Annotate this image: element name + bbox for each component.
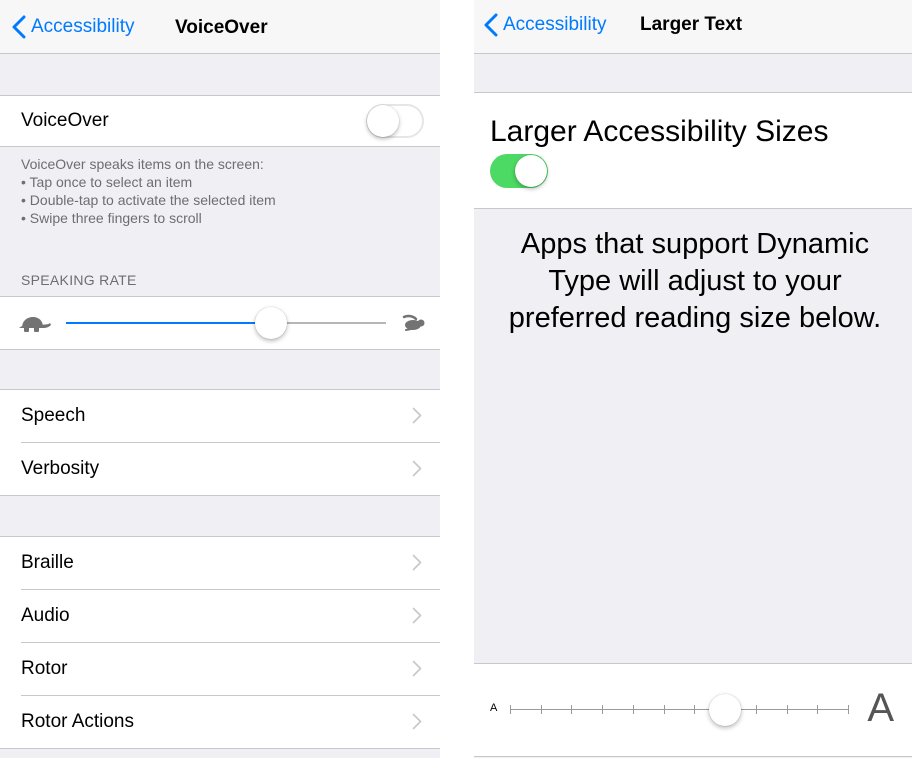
slider-tick bbox=[817, 705, 818, 714]
chevron-left-icon bbox=[12, 15, 26, 38]
voiceover-hint: • Swipe three fingers to scroll bbox=[21, 210, 202, 226]
slider-thumb[interactable] bbox=[255, 307, 287, 339]
slider-tick bbox=[756, 705, 757, 714]
chevron-right-icon bbox=[412, 713, 422, 730]
speaking-rate-header: SPEAKING RATE bbox=[21, 272, 137, 288]
slider-tick bbox=[571, 705, 572, 714]
slider-track-filled bbox=[66, 322, 272, 324]
chevron-left-icon bbox=[484, 13, 498, 36]
navigation-bar: Accessibility VoiceOver bbox=[0, 0, 440, 54]
list-item-audio[interactable]: Audio bbox=[0, 590, 440, 642]
slider-tick bbox=[694, 705, 695, 714]
list-item-braille[interactable]: Braille bbox=[0, 537, 440, 589]
voiceover-toggle-label: VoiceOver bbox=[21, 110, 109, 131]
dynamic-type-description: Apps that support Dynamic Type will adju… bbox=[508, 228, 882, 334]
slider-tick bbox=[787, 705, 788, 714]
voiceover-toggle-row: VoiceOver bbox=[0, 95, 440, 147]
speaking-rate-row bbox=[0, 296, 440, 350]
larger-text-screen: Accessibility Larger Text Larger Accessi… bbox=[474, 0, 912, 758]
text-size-row: A A bbox=[474, 663, 912, 757]
chevron-right-icon bbox=[412, 460, 422, 477]
slider-track bbox=[272, 322, 386, 324]
back-label: Accessibility bbox=[31, 15, 135, 37]
list-item-rotor[interactable]: Rotor bbox=[0, 643, 440, 695]
row-label: Braille bbox=[21, 552, 74, 573]
navigation-bar: Accessibility Larger Text bbox=[474, 0, 912, 54]
back-label: Accessibility bbox=[503, 13, 607, 35]
row-label: Speech bbox=[21, 405, 86, 426]
slider-tick bbox=[510, 705, 511, 714]
list-item-verbosity[interactable]: Verbosity bbox=[0, 443, 440, 495]
row-label: Rotor Actions bbox=[21, 711, 134, 732]
slider-track bbox=[510, 709, 848, 710]
page-title: VoiceOver bbox=[175, 17, 268, 38]
page-title: Larger Text bbox=[640, 14, 743, 35]
row-label: Rotor bbox=[21, 658, 68, 679]
turtle-icon bbox=[19, 317, 51, 332]
chevron-right-icon bbox=[412, 660, 422, 677]
list-item-speech[interactable]: Speech bbox=[0, 390, 440, 442]
back-button[interactable]: Accessibility bbox=[12, 0, 134, 53]
text-size-slider[interactable] bbox=[510, 694, 849, 726]
chevron-right-icon bbox=[412, 554, 422, 571]
voiceover-screen: Accessibility VoiceOver VoiceOver VoiceO… bbox=[0, 0, 440, 758]
small-a-label: A bbox=[490, 702, 498, 714]
larger-sizes-label: Larger Accessibility Sizes bbox=[490, 115, 829, 148]
slider-thumb[interactable] bbox=[709, 694, 741, 726]
list-item-rotor-actions[interactable]: Rotor Actions bbox=[0, 696, 440, 748]
slider-tick bbox=[848, 705, 849, 714]
voiceover-hint: • Double-tap to activate the selected it… bbox=[21, 192, 276, 208]
voiceover-switch[interactable] bbox=[366, 104, 424, 138]
switch-knob bbox=[367, 105, 399, 137]
hare-icon bbox=[402, 314, 425, 331]
chevron-right-icon bbox=[412, 607, 422, 624]
larger-sizes-switch[interactable] bbox=[490, 154, 548, 188]
speaking-rate-slider[interactable] bbox=[66, 307, 386, 339]
switch-knob bbox=[515, 155, 547, 187]
slider-tick bbox=[664, 705, 665, 714]
slider-tick bbox=[633, 705, 634, 714]
slider-tick bbox=[541, 705, 542, 714]
slider-tick bbox=[602, 705, 603, 714]
row-label: Audio bbox=[21, 605, 70, 626]
braille-group: Braille Audio Rotor Rotor Actions bbox=[0, 536, 440, 749]
voiceover-description: VoiceOver speaks items on the screen: bbox=[21, 156, 264, 172]
large-a-label: A bbox=[867, 686, 894, 730]
chevron-right-icon bbox=[412, 407, 422, 424]
voiceover-hint: • Tap once to select an item bbox=[21, 174, 193, 190]
speech-group: Speech Verbosity bbox=[0, 389, 440, 496]
larger-sizes-toggle-row: Larger Accessibility Sizes bbox=[474, 92, 912, 209]
row-label: Verbosity bbox=[21, 458, 100, 479]
back-button[interactable]: Accessibility bbox=[484, 0, 606, 51]
